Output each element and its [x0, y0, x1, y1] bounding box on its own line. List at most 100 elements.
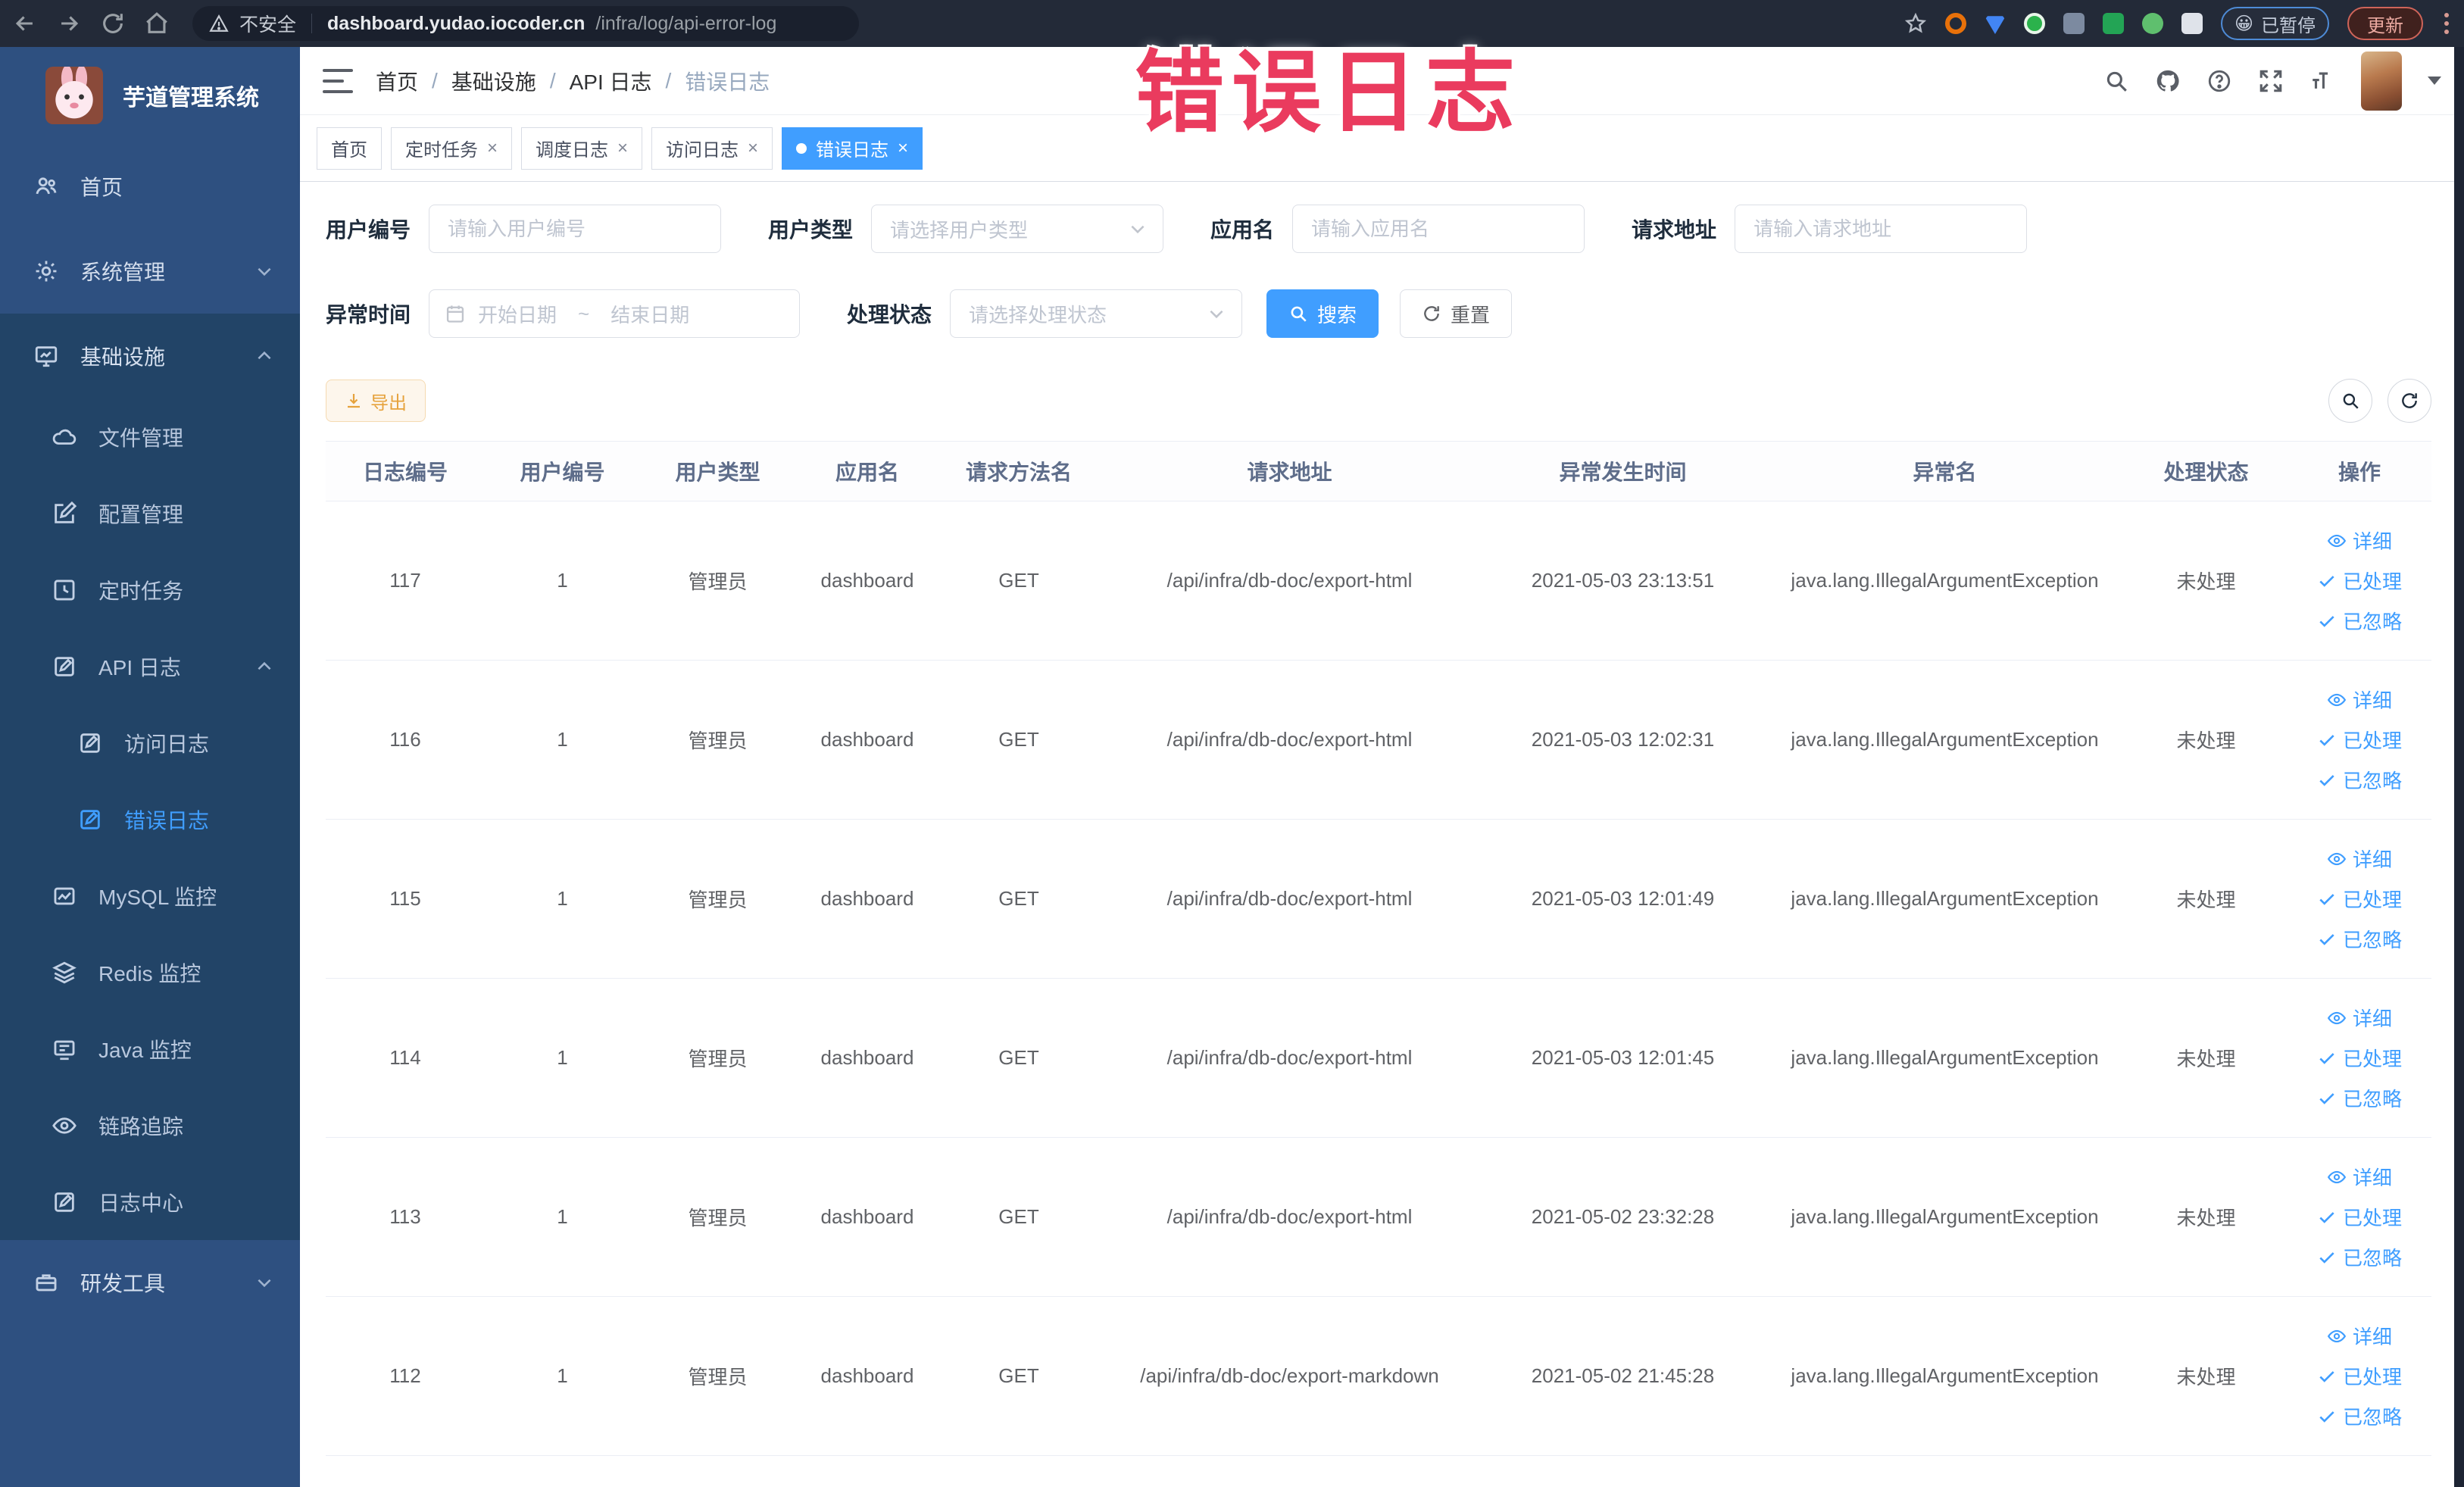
select-placeholder: 请选择用户类型	[890, 218, 1029, 242]
extension-icon-leaf[interactable]	[2141, 13, 2163, 34]
avatar-caret-down-icon[interactable]	[2428, 77, 2441, 85]
browser-forward-icon[interactable]	[56, 11, 82, 36]
app-name-input[interactable]	[1292, 205, 1585, 253]
extensions-puzzle-icon[interactable]	[2181, 13, 2203, 34]
profile-paused-badge[interactable]: 😀 已暂停	[2220, 7, 2329, 40]
sidebar-item-access-log[interactable]: 访问日志	[0, 704, 300, 781]
mark-ignored-link[interactable]: 已忽略	[2317, 1243, 2402, 1271]
sidebar-item-dev-tools[interactable]: 研发工具	[0, 1240, 300, 1325]
browser-home-icon[interactable]	[144, 11, 170, 36]
tab-close-icon[interactable]: ×	[487, 139, 498, 158]
tab-error-log[interactable]: 错误日志 ×	[782, 127, 923, 170]
exception-time-range-picker[interactable]: 开始日期 ~ 结束日期	[429, 289, 801, 338]
cell-request-url: /api/infra/db-doc/export-html	[1166, 728, 1413, 751]
search-icon[interactable]	[2103, 68, 2129, 94]
sidebar-item-redis-monitor[interactable]: Redis 监控	[0, 934, 300, 1011]
tab-home[interactable]: 首页	[317, 127, 382, 170]
sidebar-item-scheduled-jobs[interactable]: 定时任务	[0, 551, 300, 628]
table-row: 114 1 管理员 dashboard GET /api/infra/db-do…	[326, 979, 2431, 1138]
tab-label: 错误日志	[816, 140, 889, 161]
extension-icon-green-circle[interactable]	[2023, 13, 2045, 34]
table-row: 116 1 管理员 dashboard GET /api/infra/db-do…	[326, 661, 2431, 820]
detail-link[interactable]: 详细	[2327, 1322, 2392, 1350]
reset-button[interactable]: 重置	[1400, 289, 1513, 338]
row-actions: 详细 已处理 已忽略	[2288, 1004, 2431, 1112]
extension-icon-on-badge[interactable]	[2102, 13, 2124, 34]
breadcrumb-infra[interactable]: 基础设施	[451, 66, 536, 96]
sidebar-item-infrastructure[interactable]: 基础设施	[0, 314, 300, 398]
detail-link[interactable]: 详细	[2327, 1004, 2392, 1032]
mark-ignored-link[interactable]: 已忽略	[2317, 607, 2402, 635]
fullscreen-icon[interactable]	[2258, 68, 2284, 94]
sidebar-toggle-icon[interactable]	[323, 68, 353, 93]
refresh-table-button[interactable]	[2387, 379, 2431, 423]
tab-schedule-log[interactable]: 调度日志 ×	[521, 127, 643, 170]
search-button[interactable]: 搜索	[1266, 289, 1379, 338]
sidebar-item-config-management[interactable]: 配置管理	[0, 475, 300, 551]
sidebar-item-java-monitor[interactable]: Java 监控	[0, 1011, 300, 1087]
clock-history-icon	[52, 577, 77, 603]
user-avatar[interactable]	[2361, 51, 2402, 111]
tab-close-icon[interactable]: ×	[898, 139, 908, 158]
browser-update-button[interactable]: 更新	[2347, 7, 2423, 40]
sidebar-item-label: 链路追踪	[98, 1114, 184, 1139]
cell-exception-time: 2021-05-03 12:01:49	[1531, 887, 1715, 910]
tab-close-icon[interactable]: ×	[617, 139, 628, 158]
github-icon[interactable]	[2155, 68, 2181, 94]
sidebar-item-trace[interactable]: 链路追踪	[0, 1087, 300, 1164]
browser-back-icon[interactable]	[12, 11, 38, 36]
mark-processed-link[interactable]: 已处理	[2317, 567, 2402, 595]
extension-icon-grid[interactable]	[2063, 13, 2085, 34]
request-url-label: 请求地址	[1632, 218, 1717, 242]
sidebar-item-file-management[interactable]: 文件管理	[0, 398, 300, 475]
mark-processed-link[interactable]: 已处理	[2317, 1362, 2402, 1390]
help-icon[interactable]	[2206, 68, 2232, 94]
extension-icon-blue-shield[interactable]	[1984, 16, 2006, 34]
table-row: 112 1 管理员 dashboard GET /api/infra/db-do…	[326, 1297, 2431, 1456]
detail-link[interactable]: 详细	[2327, 845, 2392, 873]
mark-processed-link[interactable]: 已处理	[2317, 726, 2402, 754]
browser-scrollbar[interactable]	[2454, 47, 2464, 1487]
sidebar-item-home[interactable]: 首页	[0, 144, 300, 229]
detail-link[interactable]: 详细	[2327, 1163, 2392, 1191]
ignored-label: 已忽略	[2342, 929, 2402, 951]
sidebar-item-mysql-monitor[interactable]: MySQL 监控	[0, 858, 300, 934]
tab-access-log[interactable]: 访问日志 ×	[651, 127, 773, 170]
cell-process-status: 未处理	[2176, 889, 2236, 911]
font-size-icon[interactable]	[2309, 68, 2335, 94]
address-bar[interactable]: 不安全 dashboard.yudao.iocoder.cn/infra/log…	[192, 6, 859, 41]
toggle-search-button[interactable]	[2328, 379, 2372, 423]
tab-scheduled-jobs[interactable]: 定时任务 ×	[391, 127, 513, 170]
eye-icon	[2327, 1011, 2347, 1024]
mark-processed-link[interactable]: 已处理	[2317, 885, 2402, 913]
user-id-input[interactable]	[429, 205, 722, 253]
browser-menu-kebab-icon[interactable]	[2441, 13, 2452, 34]
extension-icon-orange[interactable]	[1944, 13, 1966, 34]
tab-close-icon[interactable]: ×	[748, 139, 758, 158]
user-type-select[interactable]: 请选择用户类型	[871, 205, 1164, 253]
detail-link[interactable]: 详细	[2327, 526, 2392, 555]
sidebar-item-label: 配置管理	[98, 502, 184, 526]
request-url-input[interactable]	[1735, 205, 2028, 253]
bookmark-star-icon[interactable]	[1904, 12, 1927, 35]
sidebar-item-label: 定时任务	[98, 579, 184, 603]
sidebar-item-api-log[interactable]: API 日志	[0, 628, 300, 704]
export-button[interactable]: 导出	[326, 380, 426, 422]
cell-request-url: /api/infra/db-doc/export-html	[1166, 887, 1413, 910]
mark-processed-link[interactable]: 已处理	[2317, 1203, 2402, 1231]
mark-processed-link[interactable]: 已处理	[2317, 1044, 2402, 1072]
sidebar-item-error-log[interactable]: 错误日志	[0, 781, 300, 858]
sidebar-item-system[interactable]: 系统管理	[0, 229, 300, 314]
process-status-select[interactable]: 请选择处理状态	[950, 289, 1243, 338]
sidebar-item-label: 研发工具	[80, 1272, 166, 1295]
mark-ignored-link[interactable]: 已忽略	[2317, 925, 2402, 953]
breadcrumb-home[interactable]: 首页	[376, 66, 418, 96]
cell-process-status: 未处理	[2176, 1207, 2236, 1229]
mark-ignored-link[interactable]: 已忽略	[2317, 766, 2402, 794]
detail-link[interactable]: 详细	[2327, 686, 2392, 714]
browser-reload-icon[interactable]	[100, 11, 126, 36]
mark-ignored-link[interactable]: 已忽略	[2317, 1084, 2402, 1112]
sidebar-item-log-center[interactable]: 日志中心	[0, 1164, 300, 1240]
breadcrumb-api-log[interactable]: API 日志	[570, 66, 652, 96]
mark-ignored-link[interactable]: 已忽略	[2317, 1402, 2402, 1430]
